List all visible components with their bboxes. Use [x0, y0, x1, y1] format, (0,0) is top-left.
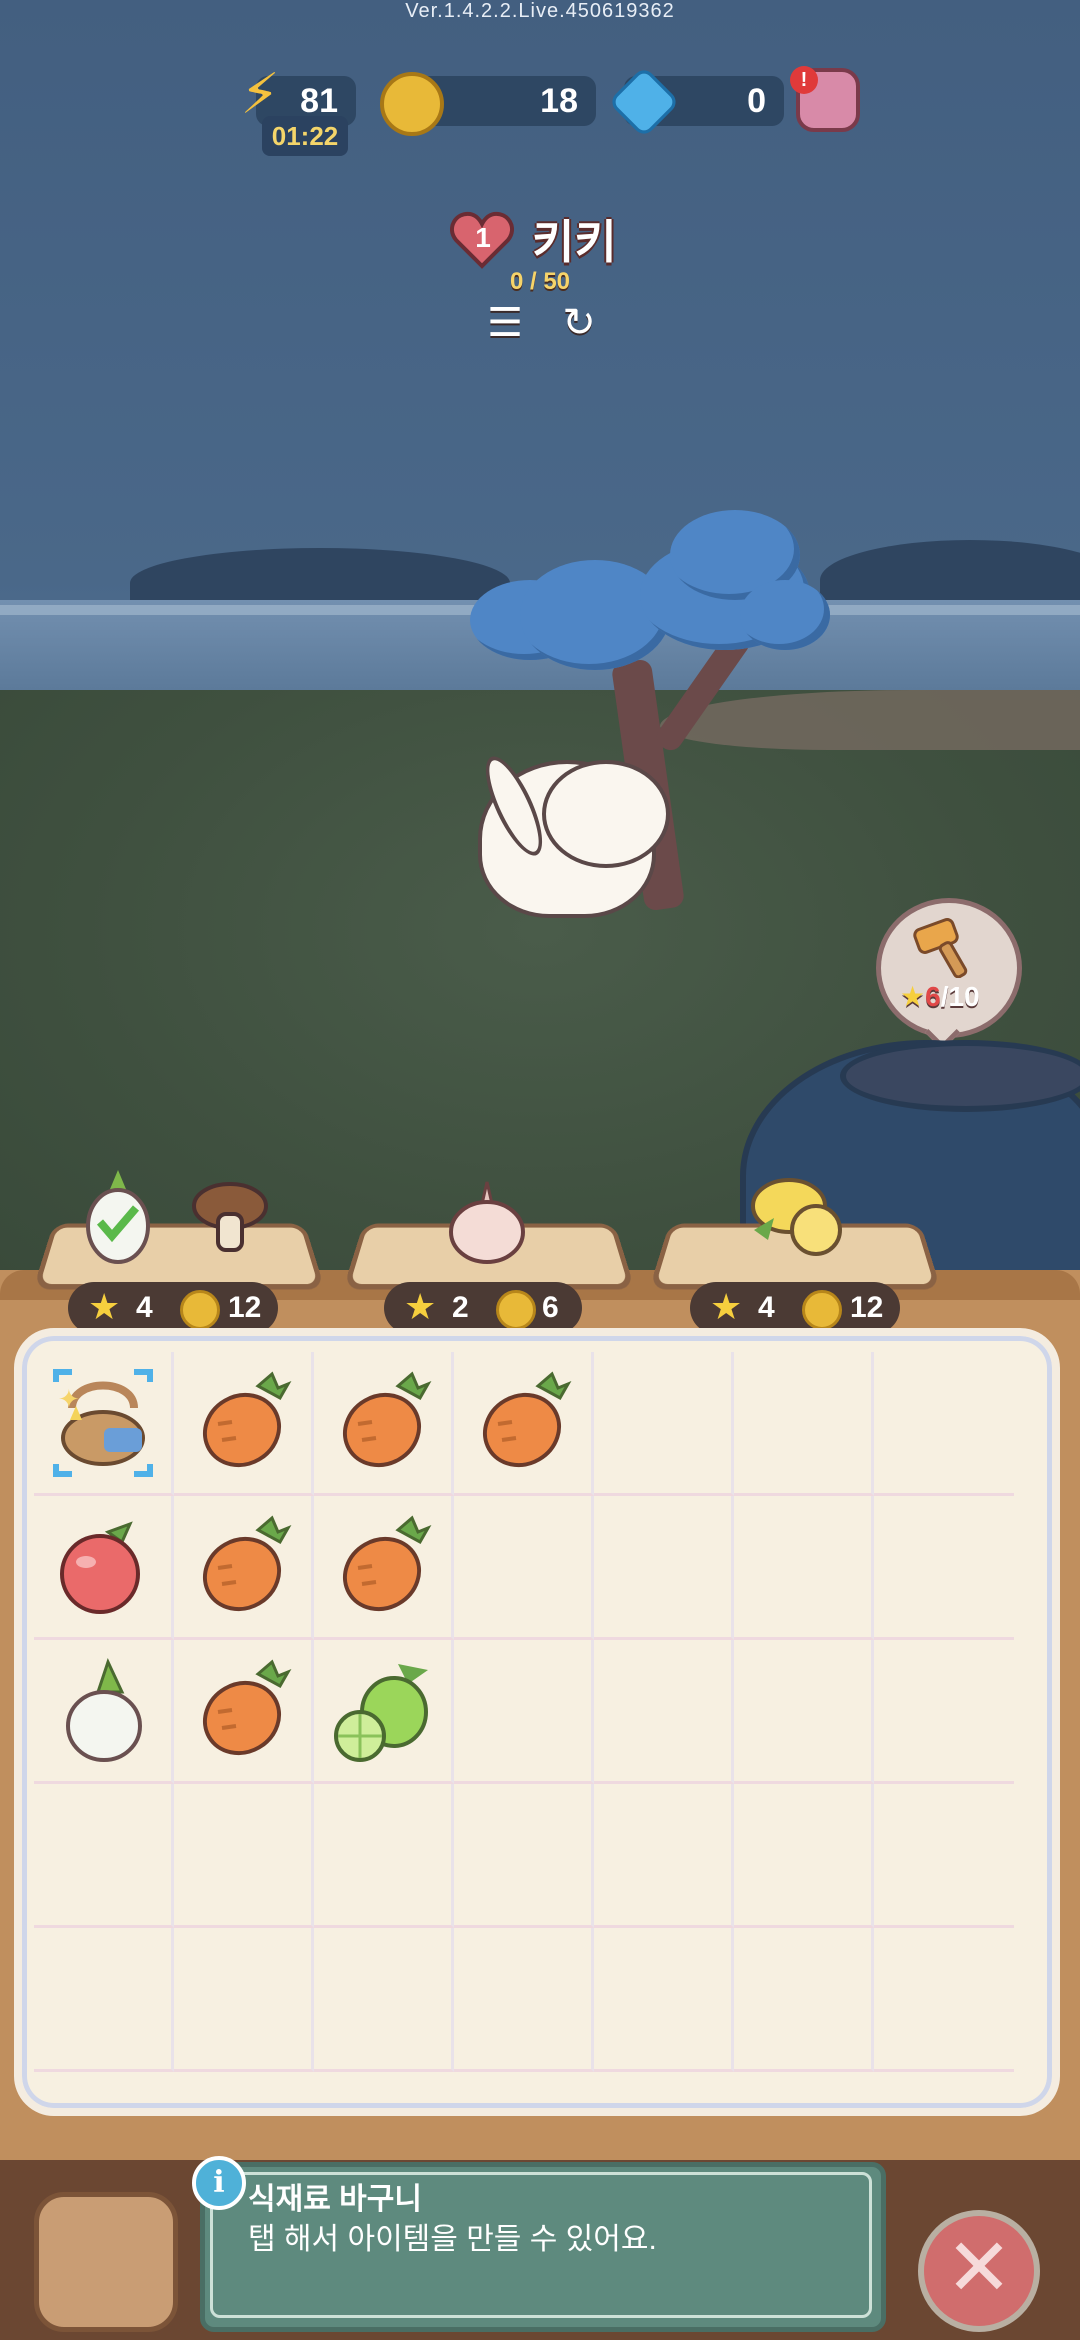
coin-icon [380, 72, 444, 136]
basket-icon[interactable]: ✦ [48, 1368, 158, 1478]
board-cell[interactable] [874, 1352, 1014, 1496]
order-coins: 6 [542, 1291, 559, 1324]
board-cell[interactable] [734, 1640, 874, 1784]
info-icon: i [192, 2156, 246, 2210]
board-cell[interactable] [174, 1352, 314, 1496]
lime-icon[interactable] [328, 1656, 438, 1766]
board-cell[interactable] [314, 1928, 454, 2072]
apple-icon[interactable] [48, 1512, 158, 1622]
garlic-icon [449, 1181, 525, 1264]
game-scene: ★6/10 [0, 0, 1080, 1290]
board-cell[interactable] [594, 1640, 734, 1784]
star-icon: ★ [900, 981, 926, 1012]
board-cell[interactable] [594, 1784, 734, 1928]
star-icon: ★ [404, 1286, 437, 1327]
carrot-icon[interactable] [188, 1368, 298, 1478]
order-reward-3: ★ 4 12 [690, 1282, 900, 1334]
board-cell[interactable] [314, 1352, 454, 1496]
order-stars: 2 [452, 1291, 469, 1324]
star-icon: ★ [88, 1286, 121, 1327]
cat-head [542, 760, 670, 868]
board-cell[interactable] [594, 1928, 734, 2072]
energy-timer: 01:22 [262, 116, 348, 156]
list-icon[interactable]: ☰ [480, 298, 530, 348]
carrot-icon[interactable] [188, 1512, 298, 1622]
board-cell[interactable] [734, 1352, 874, 1496]
board-cell[interactable] [174, 1496, 314, 1640]
board-cell[interactable] [174, 1640, 314, 1784]
coin-icon [180, 1290, 220, 1330]
hammer-icon [913, 918, 968, 978]
board-cell[interactable]: ✦ [34, 1352, 174, 1496]
board-cell[interactable] [874, 1640, 1014, 1784]
customer-level: 1 [475, 222, 491, 253]
board-cell[interactable] [454, 1496, 594, 1640]
order-shelf-1[interactable] [32, 1223, 326, 1290]
board-cell[interactable] [454, 1784, 594, 1928]
star-icon: ★ [710, 1286, 743, 1327]
board-cell[interactable] [454, 1928, 594, 2072]
board-grid: ✦ [34, 1352, 1042, 2072]
coin-icon [496, 1290, 536, 1330]
board-cell[interactable] [34, 1784, 174, 1928]
info-title: 식재료 바구니 [248, 2183, 422, 2216]
carrot-icon[interactable] [188, 1656, 298, 1766]
customer-name: 키키 [532, 216, 617, 268]
board-cell[interactable] [314, 1496, 454, 1640]
board-cell[interactable] [454, 1352, 594, 1496]
board-cell[interactable] [174, 1784, 314, 1928]
board-cell[interactable] [734, 1496, 874, 1640]
gem-value: 0 [747, 82, 766, 120]
carrot-icon[interactable] [468, 1368, 578, 1478]
tool-current: 6 [925, 981, 941, 1012]
close-icon[interactable]: ✕ [918, 2210, 1040, 2332]
board-cell[interactable] [594, 1496, 734, 1640]
board-cell[interactable] [874, 1928, 1014, 2072]
board-cell[interactable] [34, 1640, 174, 1784]
order-stars: 4 [136, 1291, 153, 1324]
order-coins: 12 [228, 1291, 262, 1324]
board-cell[interactable] [34, 1928, 174, 2072]
refresh-icon[interactable]: ↻ [554, 298, 604, 348]
tree-leaves [740, 580, 830, 650]
board-cell[interactable] [874, 1784, 1014, 1928]
carrot-icon[interactable] [328, 1368, 438, 1478]
board-cell[interactable] [34, 1496, 174, 1640]
coin-icon [802, 1290, 842, 1330]
radish-icon [86, 1170, 150, 1264]
tool-charges: ★6/10 [900, 980, 980, 1013]
radish-icon[interactable] [48, 1656, 158, 1766]
board-cell[interactable] [734, 1928, 874, 2072]
order-coins: 12 [850, 1291, 884, 1324]
board-cell[interactable] [314, 1640, 454, 1784]
board-cell[interactable] [454, 1640, 594, 1784]
version-label: Ver.1.4.2.2.Live.450619362 [405, 0, 675, 22]
coin-value: 18 [540, 82, 578, 120]
board-cell[interactable] [174, 1928, 314, 2072]
board-cell[interactable] [734, 1784, 874, 1928]
pot-rim [840, 1040, 1080, 1112]
board-cell[interactable] [594, 1352, 734, 1496]
customer-progress: 0 / 50 [509, 268, 571, 295]
info-description: 탭 해서 아이템을 만들 수 있어요. [248, 2223, 657, 2256]
alert-badge: ! [790, 66, 818, 94]
lemon-icon [751, 1178, 842, 1256]
lightning-icon: ⚡ [240, 62, 280, 125]
order-reward-1: ★ 4 12 [68, 1282, 278, 1334]
order-stars: 4 [758, 1291, 775, 1324]
board-cell[interactable] [314, 1784, 454, 1928]
mushroom-icon [192, 1182, 268, 1252]
tool-total: /10 [940, 981, 980, 1012]
board-cell[interactable] [874, 1496, 1014, 1640]
bag-icon[interactable] [34, 2192, 178, 2332]
order-reward-2: ★ 2 6 [384, 1282, 582, 1334]
carrot-icon[interactable] [328, 1512, 438, 1622]
svg-text:✦: ✦ [58, 1384, 80, 1414]
